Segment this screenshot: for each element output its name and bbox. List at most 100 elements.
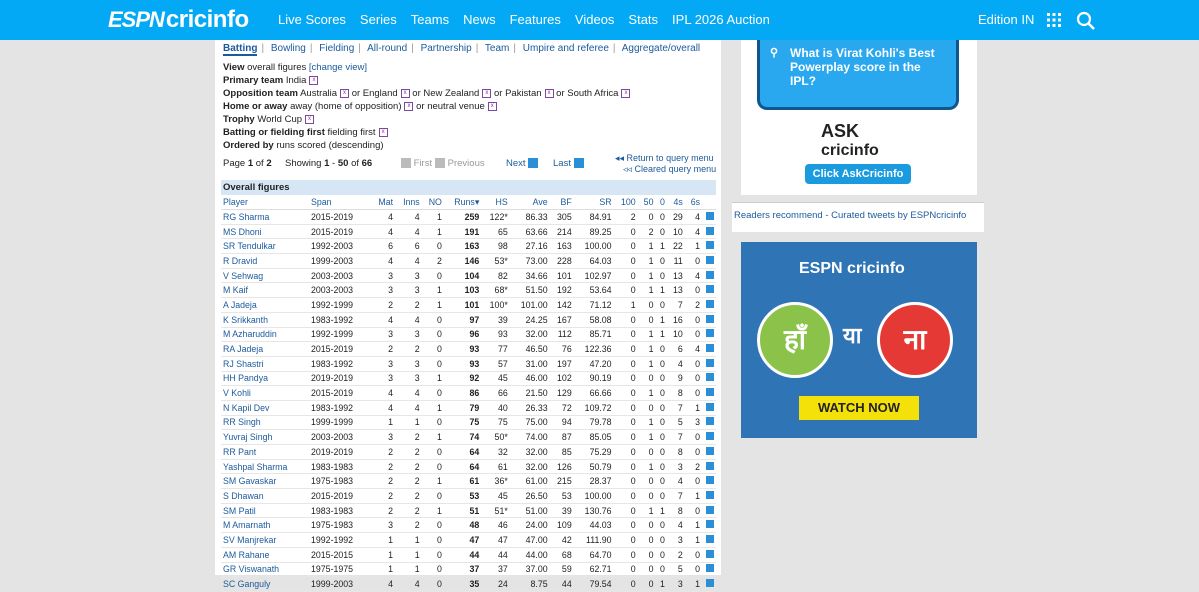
col-100[interactable]: 100 bbox=[613, 195, 638, 210]
col-player[interactable]: Player bbox=[221, 195, 309, 210]
player-name-link[interactable]: SM Patil bbox=[221, 503, 309, 519]
row-expand-icon[interactable] bbox=[706, 388, 714, 397]
row-expand-icon[interactable] bbox=[706, 373, 714, 382]
nav-teams[interactable]: Teams bbox=[411, 12, 449, 27]
player-name-link[interactable]: RG Sharma bbox=[221, 209, 309, 225]
previous-page-button[interactable]: Previous bbox=[435, 158, 485, 169]
nav-news[interactable]: News bbox=[463, 12, 496, 27]
row-expand-icon[interactable] bbox=[706, 417, 714, 426]
remove-filter-icon[interactable]: x bbox=[340, 88, 350, 98]
col-mat[interactable]: Mat bbox=[371, 195, 396, 210]
tab-batting[interactable]: Batting bbox=[223, 43, 258, 56]
player-name-link[interactable]: M Kaif bbox=[221, 282, 309, 299]
row-expand-icon[interactable] bbox=[706, 285, 714, 294]
espncricinfo-logo[interactable]: ESPN cricinfo bbox=[108, 6, 249, 34]
remove-filter-icon[interactable]: x bbox=[621, 88, 631, 98]
col-hs[interactable]: HS bbox=[481, 195, 510, 210]
remove-filter-icon[interactable]: x bbox=[400, 88, 410, 98]
player-name-link[interactable]: RA Jadeja bbox=[221, 341, 309, 357]
tab-all-round[interactable]: All-round bbox=[367, 43, 407, 54]
player-name-link[interactable]: V Sehwag bbox=[221, 268, 309, 284]
row-expand-icon[interactable] bbox=[706, 490, 714, 499]
remove-filter-icon[interactable]: x bbox=[378, 127, 388, 137]
player-name-link[interactable]: K Srikkanth bbox=[221, 312, 309, 328]
row-expand-icon[interactable] bbox=[706, 461, 714, 470]
nav-live-scores[interactable]: Live Scores bbox=[278, 12, 346, 27]
col-6s[interactable]: 6s bbox=[684, 195, 702, 210]
player-name-link[interactable]: RR Singh bbox=[221, 415, 309, 431]
tab-umpire-referee[interactable]: Umpire and referee bbox=[523, 43, 609, 54]
nav-videos[interactable]: Videos bbox=[575, 12, 615, 27]
player-name-link[interactable]: Yashpal Sharma bbox=[221, 459, 309, 475]
row-expand-icon[interactable] bbox=[706, 432, 714, 441]
row-expand-icon[interactable] bbox=[706, 534, 714, 543]
col-4s[interactable]: 4s bbox=[666, 195, 685, 210]
col-bf[interactable]: BF bbox=[549, 195, 574, 210]
player-name-link[interactable]: GR Viswanath bbox=[221, 562, 309, 578]
player-name-link[interactable]: SR Tendulkar bbox=[221, 238, 309, 255]
row-expand-icon[interactable] bbox=[706, 402, 714, 411]
col-runs[interactable]: Runs▾ bbox=[443, 195, 482, 210]
last-page-button[interactable]: Last bbox=[553, 158, 584, 169]
haan-ya-naa-ad[interactable]: ESPN cricinfo हाँ या ना WATCH NOW bbox=[741, 242, 977, 438]
search-icon[interactable] bbox=[1076, 11, 1096, 31]
readers-recommend-link[interactable]: Readers recommend - Curated tweets by ES… bbox=[732, 202, 984, 232]
next-page-button[interactable]: Next bbox=[506, 158, 539, 169]
row-expand-icon[interactable] bbox=[706, 226, 714, 235]
player-name-link[interactable]: SM Gavaskar bbox=[221, 473, 309, 490]
row-expand-icon[interactable] bbox=[706, 564, 714, 573]
return-to-query-link[interactable]: ◂◂ Return to query menu bbox=[615, 153, 716, 164]
row-expand-icon[interactable] bbox=[706, 446, 714, 455]
player-name-link[interactable]: R Dravid bbox=[221, 253, 309, 269]
edition-selector[interactable]: Edition IN bbox=[978, 12, 1034, 27]
nav-ipl-auction[interactable]: IPL 2026 Auction bbox=[672, 12, 770, 27]
row-expand-icon[interactable] bbox=[706, 549, 714, 558]
player-name-link[interactable]: V Kohli bbox=[221, 385, 309, 401]
change-view-link[interactable]: [change view] bbox=[309, 62, 367, 73]
row-expand-icon[interactable] bbox=[706, 314, 714, 323]
row-expand-icon[interactable] bbox=[706, 329, 714, 338]
tab-team[interactable]: Team bbox=[485, 43, 509, 54]
nav-series[interactable]: Series bbox=[360, 12, 397, 27]
player-name-link[interactable]: M Amarnath bbox=[221, 517, 309, 534]
nav-stats[interactable]: Stats bbox=[628, 12, 658, 27]
col-ave[interactable]: Ave bbox=[509, 195, 550, 210]
remove-filter-icon[interactable]: x bbox=[482, 88, 492, 98]
col-no[interactable]: NO bbox=[421, 195, 444, 210]
player-name-link[interactable]: RR Pant bbox=[221, 444, 309, 460]
col-50[interactable]: 50 bbox=[637, 195, 656, 210]
tab-fielding[interactable]: Fielding bbox=[319, 43, 354, 54]
apps-grid-icon[interactable] bbox=[1047, 13, 1061, 27]
row-expand-icon[interactable] bbox=[706, 579, 714, 588]
row-expand-icon[interactable] bbox=[706, 520, 714, 529]
remove-filter-icon[interactable]: x bbox=[309, 75, 319, 85]
player-name-link[interactable]: A Jadeja bbox=[221, 297, 309, 313]
row-expand-icon[interactable] bbox=[706, 255, 714, 264]
player-name-link[interactable]: N Kapil Dev bbox=[221, 400, 309, 416]
row-expand-icon[interactable] bbox=[706, 505, 714, 514]
row-expand-icon[interactable] bbox=[706, 241, 714, 250]
player-name-link[interactable]: S Dhawan bbox=[221, 488, 309, 504]
row-expand-icon[interactable] bbox=[706, 344, 714, 353]
player-name-link[interactable]: RJ Shastri bbox=[221, 356, 309, 372]
col-inns[interactable]: Inns bbox=[395, 195, 422, 210]
player-name-link[interactable]: Yuvraj Singh bbox=[221, 429, 309, 445]
askcricinfo-ad[interactable]: ⚲ What is Virat Kohli's Best Powerplay s… bbox=[741, 40, 977, 195]
remove-filter-icon[interactable]: x bbox=[544, 88, 554, 98]
tab-aggregate-overall[interactable]: Aggregate/overall bbox=[622, 43, 700, 54]
player-name-link[interactable]: MS Dhoni bbox=[221, 224, 309, 240]
row-expand-icon[interactable] bbox=[706, 270, 714, 279]
player-name-link[interactable]: M Azharuddin bbox=[221, 327, 309, 343]
watch-now-button[interactable]: WATCH NOW bbox=[799, 396, 919, 420]
col-0[interactable]: 0 bbox=[655, 195, 667, 210]
col-span[interactable]: Span bbox=[309, 195, 371, 210]
row-expand-icon[interactable] bbox=[706, 299, 714, 308]
click-askcricinfo-button[interactable]: Click AskCricinfo bbox=[805, 164, 911, 184]
cleared-query-link[interactable]: ◃◃ Cleared query menu bbox=[615, 164, 716, 175]
tab-bowling[interactable]: Bowling bbox=[271, 43, 306, 54]
remove-filter-icon[interactable]: x bbox=[305, 114, 315, 124]
row-expand-icon[interactable] bbox=[706, 476, 714, 485]
player-name-link[interactable]: SC Ganguly bbox=[221, 576, 309, 592]
player-name-link[interactable]: HH Pandya bbox=[221, 371, 309, 387]
remove-filter-icon[interactable]: x bbox=[404, 101, 414, 111]
